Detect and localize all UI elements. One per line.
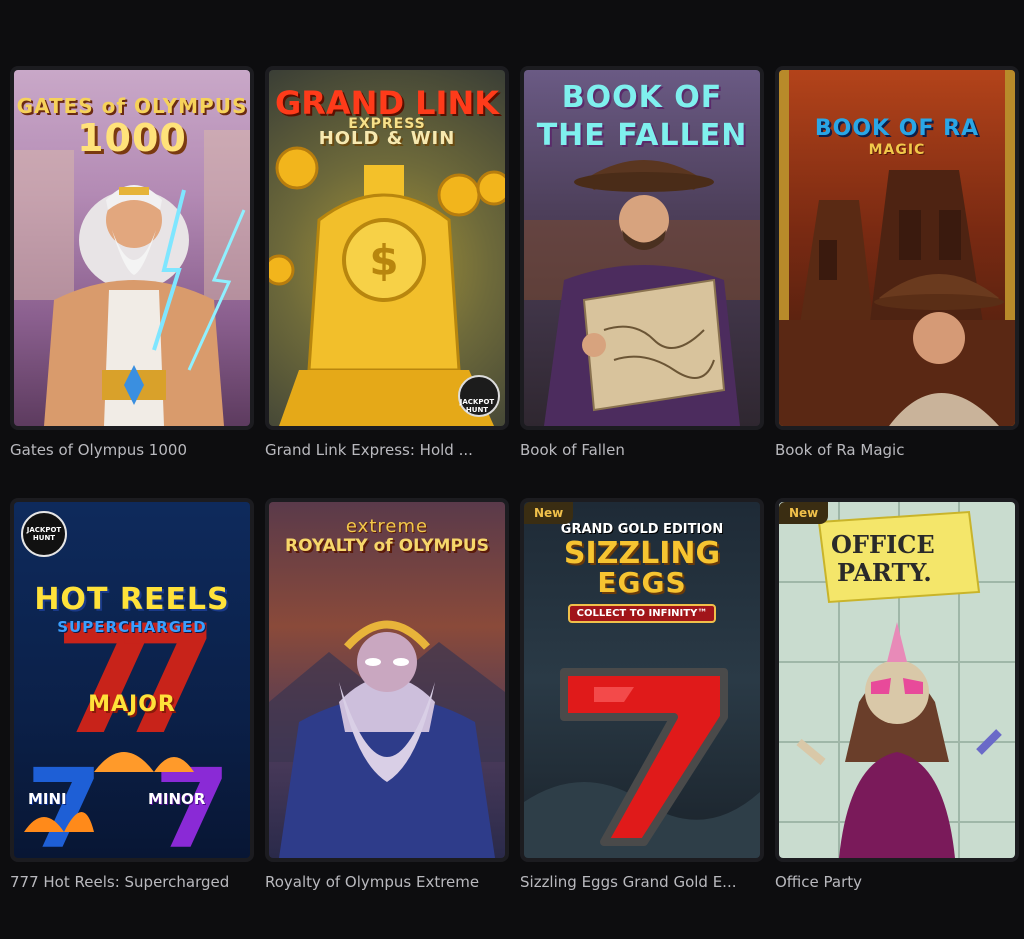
game-logo-line3: EGGS — [597, 566, 687, 599]
game-thumbnail[interactable]: $ GRAND LINK EXPRESS HOLD & WIN JACKPOT … — [265, 66, 509, 430]
game-title[interactable]: Sizzling Eggs Grand Gold E... — [520, 872, 764, 894]
new-badge: New — [524, 502, 574, 524]
game-logo-line2: THE FALLEN — [536, 118, 748, 153]
game-title[interactable]: Book of Fallen — [520, 440, 764, 462]
game-logo-line1: HOT REELS — [34, 582, 230, 617]
game-logo-line1: GATES of OLYMPUS — [16, 94, 248, 118]
game-logo-line2: ROYALTY of OLYMPUS — [285, 536, 489, 556]
new-badge: New — [779, 502, 829, 524]
game-card-royalty-of-olympus-extreme[interactable]: extreme ROYALTY of OLYMPUS Royalty of Ol… — [265, 498, 509, 894]
game-card-gates-of-olympus-1000[interactable]: GATES of OLYMPUS 1000 Gates of Olympus 1… — [10, 66, 254, 462]
game-thumbnail[interactable]: New GRAND GOLD EDITION SIZZLING EGGS COL… — [520, 498, 764, 862]
game-logo-line2: SUPERCHARGED — [57, 618, 207, 636]
game-grid: GATES of OLYMPUS 1000 Gates of Olympus 1… — [10, 66, 1019, 894]
game-thumbnail[interactable]: BOOK OF THE FALLEN — [520, 66, 764, 430]
game-logo-line2: 1000 — [77, 116, 187, 160]
game-title[interactable]: Grand Link Express: Hold ... — [265, 440, 509, 462]
game-logo-line2: PARTY. — [837, 558, 932, 587]
jackpot-label-minor: MINOR — [148, 790, 206, 808]
game-title[interactable]: Office Party — [775, 872, 1019, 894]
tagline-banner: COLLECT TO INFINITY™ — [568, 604, 716, 623]
game-thumbnail[interactable]: GATES of OLYMPUS 1000 — [10, 66, 254, 430]
game-card-grand-link-express[interactable]: $ GRAND LINK EXPRESS HOLD & WIN JACKPOT … — [265, 66, 509, 462]
svg-text:$: $ — [369, 236, 398, 285]
game-logo-line2: MAGIC — [868, 142, 926, 158]
game-card-777-hot-reels[interactable]: 7 7 7 7 JACKPOT HUNT HOT REELS SUPERCHAR… — [10, 498, 254, 894]
jackpot-hunt-badge: JACKPOT HUNT — [459, 398, 495, 414]
game-thumbnail[interactable]: extreme ROYALTY of OLYMPUS — [265, 498, 509, 862]
game-card-book-of-fallen[interactable]: BOOK OF THE FALLEN Book of Fallen — [520, 66, 764, 462]
game-thumbnail[interactable]: New OFFICE PARTY. — [775, 498, 1019, 862]
game-logo-line1: GRAND GOLD EDITION — [560, 522, 724, 537]
game-logo-line1: extreme — [345, 516, 429, 537]
game-title[interactable]: 777 Hot Reels: Supercharged — [10, 872, 254, 894]
game-title[interactable]: Royalty of Olympus Extreme — [265, 872, 509, 894]
game-thumbnail[interactable]: BOOK OF RA MAGIC — [775, 66, 1019, 430]
game-title[interactable]: Book of Ra Magic — [775, 440, 1019, 462]
game-title[interactable]: Gates of Olympus 1000 — [10, 440, 254, 462]
jackpot-hunt-badge: JACKPOT HUNT — [26, 526, 62, 542]
game-card-sizzling-eggs[interactable]: New GRAND GOLD EDITION SIZZLING EGGS COL… — [520, 498, 764, 894]
game-logo-line1: OFFICE — [831, 530, 935, 559]
game-logo-line1: BOOK OF RA — [814, 116, 980, 141]
jackpot-label-major: MAJOR — [88, 692, 176, 717]
game-thumbnail[interactable]: 7 7 7 7 JACKPOT HUNT HOT REELS SUPERCHAR… — [10, 498, 254, 862]
game-card-office-party[interactable]: New OFFICE PARTY. Office Party — [775, 498, 1019, 894]
game-logo-line3: HOLD & WIN — [318, 128, 456, 149]
game-logo-line1: BOOK OF — [561, 80, 723, 115]
game-card-book-of-ra-magic[interactable]: BOOK OF RA MAGIC Book of Ra Magic — [775, 66, 1019, 462]
jackpot-label-mini: MINI — [28, 790, 67, 808]
